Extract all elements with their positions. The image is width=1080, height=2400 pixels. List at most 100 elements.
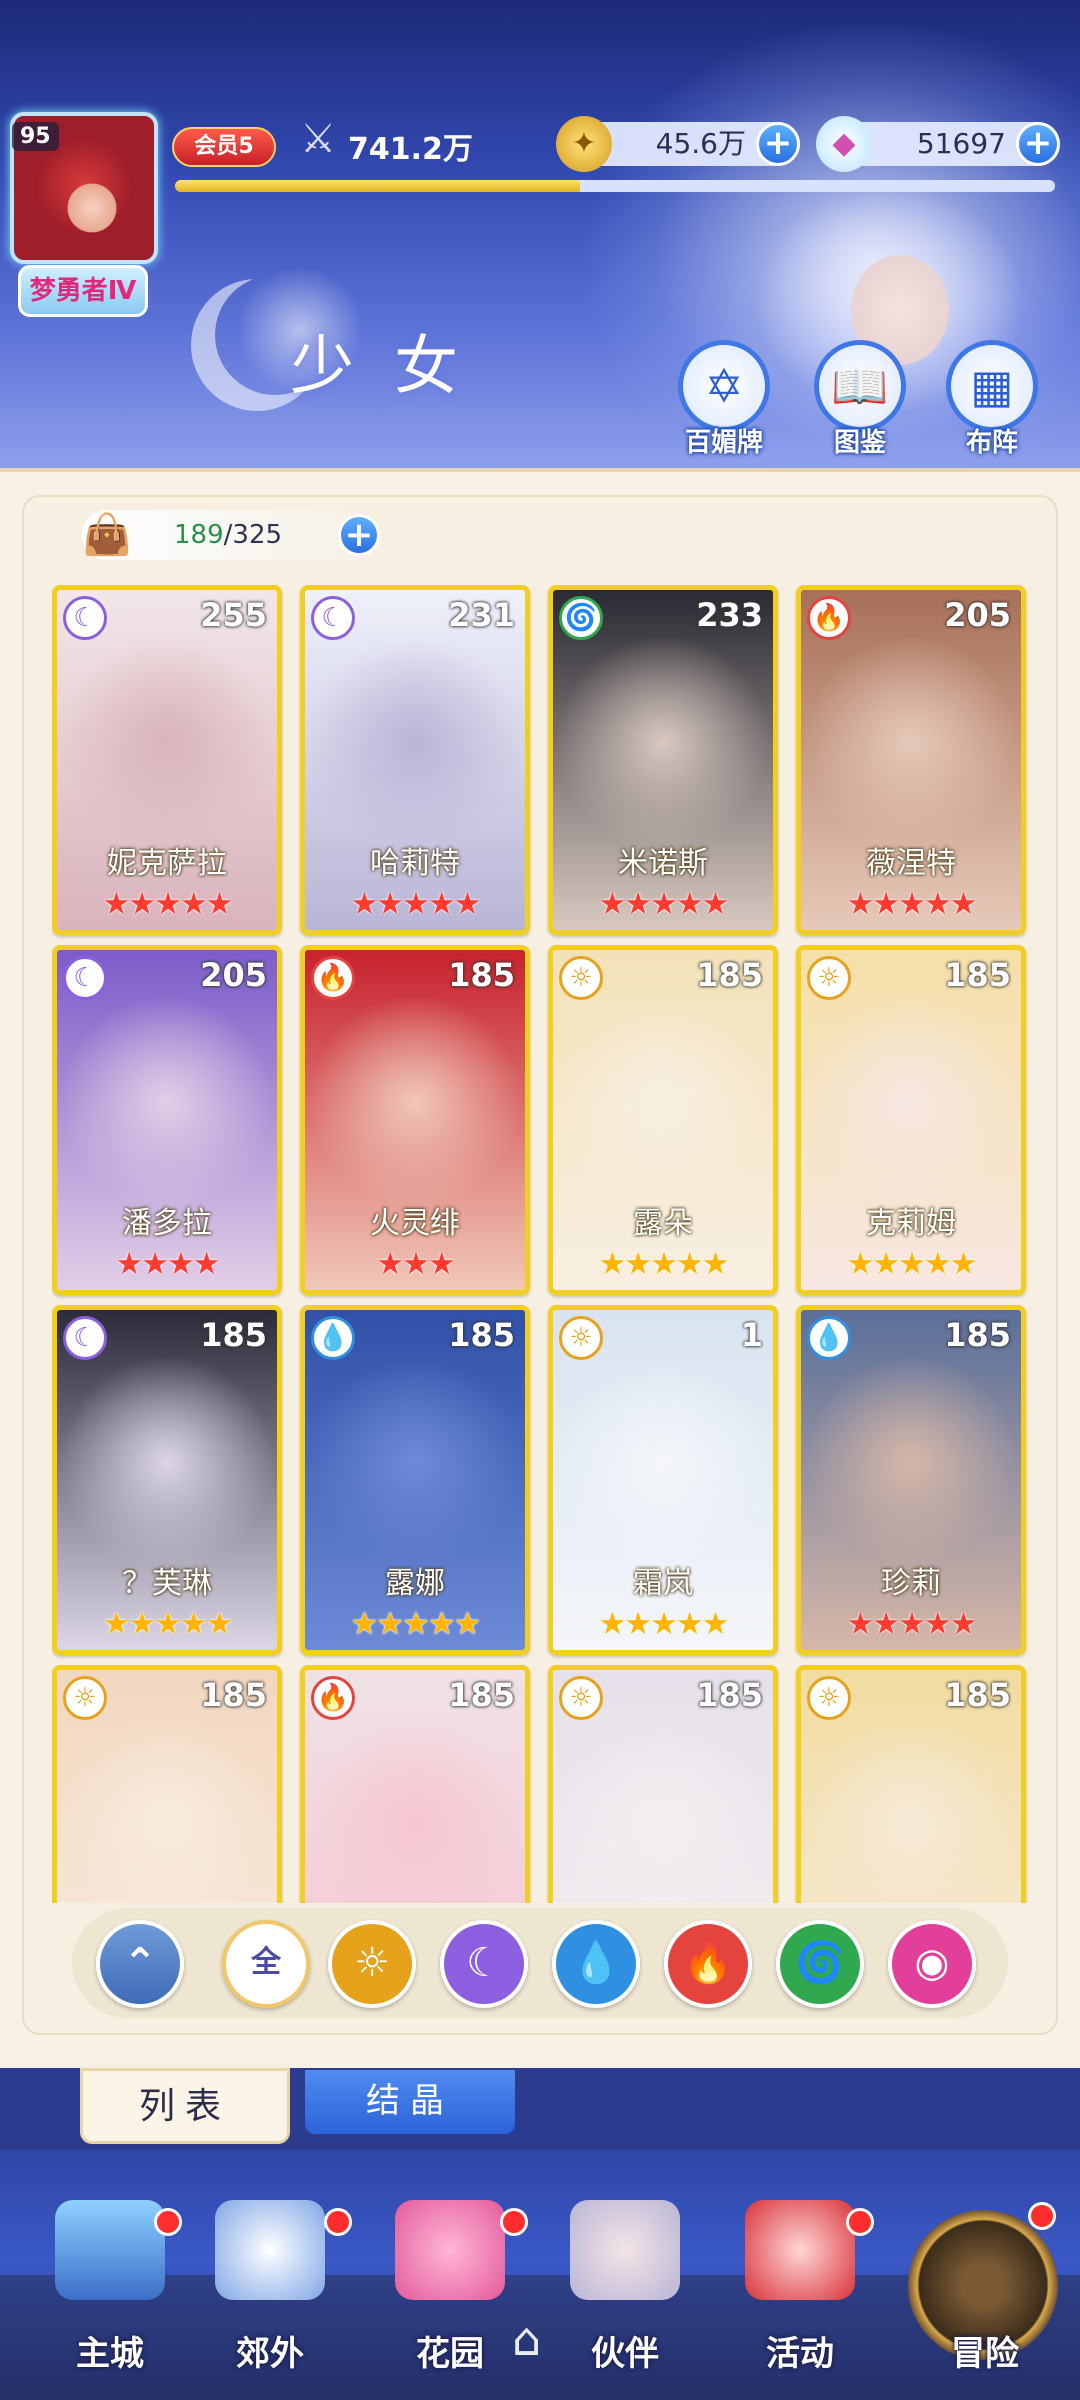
element-fire-icon: 🔥 <box>807 596 851 640</box>
card-name: 珍莉 <box>881 1566 941 1601</box>
card-stars: ★★★★★ <box>846 1606 978 1642</box>
nav-events-label: 活动 <box>766 2334 834 2374</box>
capacity-counter: 👜 189/325 + <box>82 510 382 560</box>
nav-partner[interactable]: 伙伴 <box>555 2200 695 2390</box>
deck-button[interactable]: ✡ 百媚牌 <box>672 340 776 459</box>
filter-moon-icon[interactable]: ☾ <box>440 1920 528 2008</box>
vip-badge[interactable]: 会员5 <box>172 127 276 167</box>
character-card[interactable]: ☼ 185 <box>548 1665 778 1903</box>
card-level: 185 <box>448 1676 515 1714</box>
card-name: 火灵绯 <box>370 1206 460 1241</box>
character-card[interactable]: ☾ 255 妮克萨拉 ★★★★★ <box>52 585 282 935</box>
nav-suburbs[interactable]: 郊外 <box>200 2200 340 2390</box>
filter-chaos-icon[interactable]: ◉ <box>888 1920 976 2008</box>
card-name: 潘多拉 <box>122 1206 212 1241</box>
card-stars: ★★★★★ <box>846 1246 978 1282</box>
character-card[interactable]: 🔥 185 <box>300 1665 530 1903</box>
nav-garden[interactable]: 花园 <box>380 2200 520 2390</box>
filter-water-icon[interactable]: 💧 <box>552 1920 640 2008</box>
character-grid: ☾ 255 妮克萨拉 ★★★★★ ☾ 231 哈莉特 ★★★★★ 🌀 233 米诺斯 ★★★★★ 🔥 20… <box>52 585 1032 1903</box>
card-level: 205 <box>944 596 1011 634</box>
card-stars: ★★★★★ <box>598 1246 730 1282</box>
filter-sun-icon[interactable]: ☼ <box>328 1920 416 2008</box>
coin-icon: ✦ <box>556 116 612 172</box>
exp-progress-bar <box>175 180 1055 192</box>
combat-power: 741.2万 <box>348 132 473 167</box>
card-level: 205 <box>200 956 267 994</box>
card-stars: ★★★★★ <box>102 886 234 922</box>
character-card[interactable]: ☼ 185 <box>796 1665 1026 1903</box>
add-gold-button[interactable]: + <box>756 122 800 166</box>
character-card[interactable]: 🌀 233 米诺斯 ★★★★★ <box>548 585 778 935</box>
tab-list[interactable]: 列表 <box>80 2068 290 2144</box>
page-title: 少女 <box>290 330 498 404</box>
element-sun-icon: ☼ <box>63 1676 107 1720</box>
card-stars: ★★★★★ <box>350 1606 482 1642</box>
card-name: 露娜 <box>385 1566 445 1601</box>
element-wind-icon: 🌀 <box>559 596 603 640</box>
gold-value: 45.6万 <box>655 127 746 160</box>
card-stars: ★★★★★ <box>598 1606 730 1642</box>
magic-circle-icon <box>215 2200 325 2300</box>
filter-fire-icon[interactable]: 🔥 <box>664 1920 752 2008</box>
add-gems-button[interactable]: + <box>1016 122 1060 166</box>
nav-adventure-label: 冒险 <box>951 2334 1019 2374</box>
card-level: 185 <box>200 1316 267 1354</box>
filter-wind-icon[interactable]: 🌀 <box>776 1920 864 2008</box>
element-water-icon: 💧 <box>807 1316 851 1360</box>
heart-icon <box>395 2200 505 2300</box>
card-name: 克莉姆 <box>866 1206 956 1241</box>
character-card[interactable]: ☼ 185 露朵 ★★★★★ <box>548 945 778 1295</box>
exp-progress-fill <box>175 180 580 192</box>
partner-portrait-icon <box>570 2200 680 2300</box>
character-card[interactable]: ☼ 185 <box>52 1665 282 1903</box>
formation-button[interactable]: ▦ 布阵 <box>940 340 1044 459</box>
card-level: 1 <box>740 1316 763 1354</box>
element-moon-icon: ☾ <box>63 956 107 1000</box>
adventure-spacer <box>930 2200 1040 2300</box>
card-name: ？芙琳 <box>122 1566 212 1601</box>
notification-dot <box>846 2208 874 2236</box>
card-stars: ★★★★★ <box>350 886 482 922</box>
element-moon-icon: ☾ <box>63 596 107 640</box>
nav-partner-label: 伙伴 <box>591 2334 659 2374</box>
card-level: 185 <box>200 1676 267 1714</box>
character-card[interactable]: 💧 185 露娜 ★★★★★ <box>300 1305 530 1655</box>
player-rank-badge[interactable]: 梦勇者Ⅳ <box>18 265 148 317</box>
deck-button-label: 百媚牌 <box>684 428 763 458</box>
character-card[interactable]: ☼ 185 克莉姆 ★★★★★ <box>796 945 1026 1295</box>
card-level: 185 <box>944 956 1011 994</box>
player-level: 95 <box>12 122 59 151</box>
character-card[interactable]: ☼ 1 霜岚 ★★★★★ <box>548 1305 778 1655</box>
character-card[interactable]: 🔥 185 火灵绯 ★★★ <box>300 945 530 1295</box>
collapse-filter-button[interactable]: ⌃ <box>96 1920 184 2008</box>
element-sun-icon: ☼ <box>807 956 851 1000</box>
nav-main-city-label: 主城 <box>76 2334 144 2374</box>
capacity-max: 325 <box>232 520 283 550</box>
card-stars: ★★★★★ <box>598 886 730 922</box>
character-card[interactable]: ☾ 205 潘多拉 ★★★★ <box>52 945 282 1295</box>
gem-counter: ◆ 51697 + <box>816 116 1060 172</box>
element-filter-bar <box>72 1908 1008 2018</box>
card-level: 185 <box>944 1676 1011 1714</box>
header-banner <box>0 0 1080 470</box>
codex-button[interactable]: 📖 图鉴 <box>808 340 912 459</box>
character-card[interactable]: 🔥 205 薇涅特 ★★★★★ <box>796 585 1026 935</box>
character-card[interactable]: ☾ 185 ？芙琳 ★★★★★ <box>52 1305 282 1655</box>
gold-counter: ✦ 45.6万 + <box>556 116 800 172</box>
character-card[interactable]: ☾ 231 哈莉特 ★★★★★ <box>300 585 530 935</box>
nav-adventure[interactable]: 冒险 <box>915 2200 1055 2390</box>
card-level: 231 <box>448 596 515 634</box>
character-card[interactable]: 💧 185 珍莉 ★★★★★ <box>796 1305 1026 1655</box>
capacity-current: 189 <box>174 520 224 550</box>
gem-value: 51697 <box>916 127 1006 160</box>
add-capacity-button[interactable]: + <box>338 514 380 556</box>
element-fire-icon: 🔥 <box>311 1676 355 1720</box>
tab-crystal[interactable]: 结晶 <box>305 2070 515 2134</box>
nav-garden-label: 花园 <box>416 2334 484 2374</box>
card-level: 185 <box>696 1676 763 1714</box>
card-name: 哈莉特 <box>370 846 460 881</box>
home-icon[interactable]: ⌂ <box>512 2312 541 2366</box>
element-sun-icon: ☼ <box>559 956 603 1000</box>
filter-all-button[interactable]: 全 <box>222 1920 310 2008</box>
